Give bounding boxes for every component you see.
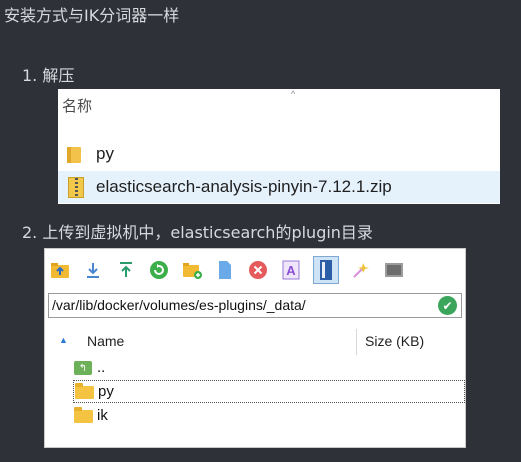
tools-icon[interactable] (350, 259, 372, 281)
path-bar[interactable]: /var/lib/docker/volumes/es-plugins/_data… (48, 293, 462, 318)
delete-icon[interactable] (247, 259, 269, 281)
folder-icon (73, 407, 93, 424)
sftp-client-panel: A /var/lib/docker/volumes/es-plugins/_da… (44, 248, 466, 448)
path-input[interactable]: /var/lib/docker/volumes/es-plugins/_data… (52, 297, 306, 313)
toolbar: A (49, 255, 459, 285)
split-view-icon[interactable] (313, 256, 339, 284)
step-2-label: 2. 上传到虚拟机中，elasticsearch的plugin目录 (22, 223, 373, 242)
file-name: .. (97, 359, 106, 376)
file-name: elasticsearch-analysis-pinyin-7.12.1.zip (96, 177, 392, 196)
rename-icon[interactable]: A (280, 259, 302, 281)
file-name: py (96, 144, 114, 163)
list-header: ▲ Name Size (KB) (45, 329, 465, 355)
step-1-label: 1. 解压 (22, 66, 75, 85)
parent-folder-icon: ↰ (73, 359, 93, 376)
confirm-path-icon[interactable]: ✔ (438, 296, 457, 315)
list-item-parent[interactable]: ↰ .. (73, 356, 465, 379)
upload-icon[interactable] (115, 259, 137, 281)
column-header-name[interactable]: 名称 (62, 95, 92, 116)
file-name: ik (97, 407, 108, 424)
new-folder-icon[interactable] (181, 259, 203, 281)
zip-archive-icon (66, 176, 86, 198)
folder-icon (66, 143, 86, 165)
column-divider[interactable] (356, 329, 357, 355)
svg-text:A: A (286, 263, 296, 278)
file-explorer-panel: 名称 ^ py elasticsearch-analysis-pinyin-7.… (58, 89, 500, 204)
refresh-icon[interactable] (148, 259, 170, 281)
sort-caret-icon: ^ (291, 89, 296, 99)
parent-dir-icon[interactable] (49, 259, 71, 281)
page-heading: 安装方式与IK分词器一样 (4, 6, 180, 25)
list-item-ik[interactable]: ik (73, 404, 465, 427)
new-file-icon[interactable] (214, 259, 236, 281)
download-icon[interactable] (82, 259, 104, 281)
column-header-name[interactable]: Name (87, 333, 124, 349)
sort-ascending-icon: ▲ (59, 335, 68, 345)
list-item-py[interactable]: py (73, 380, 465, 403)
file-name: py (98, 383, 114, 400)
terminal-icon[interactable] (383, 259, 405, 281)
explorer-row-zip[interactable]: elasticsearch-analysis-pinyin-7.12.1.zip (58, 171, 500, 203)
explorer-row-py[interactable]: py (58, 139, 500, 169)
folder-icon (74, 383, 94, 400)
column-header-size[interactable]: Size (KB) (365, 333, 424, 349)
